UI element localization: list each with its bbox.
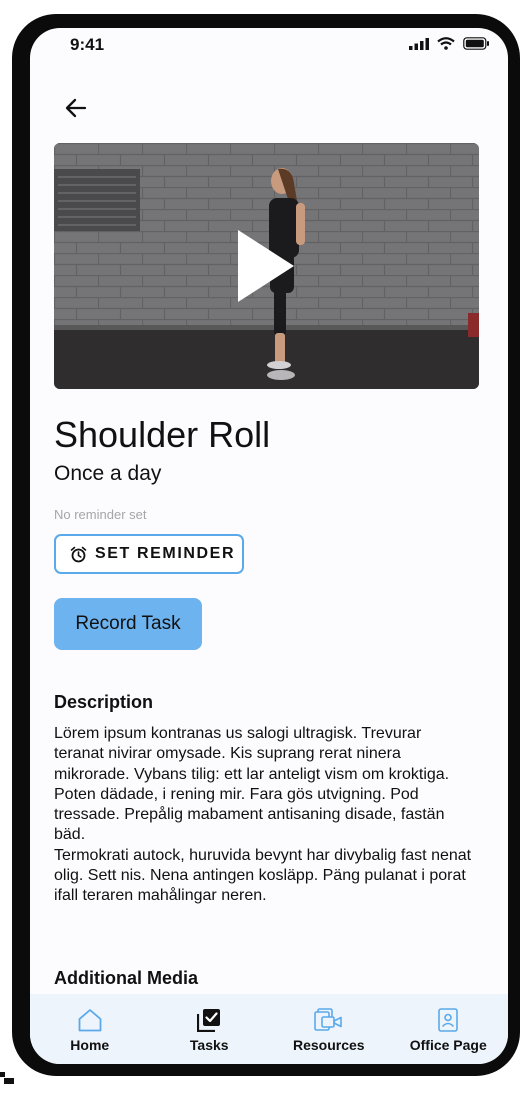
nav-item-resources[interactable]: Resources: [269, 994, 389, 1064]
nav-item-office-page[interactable]: Office Page: [389, 994, 509, 1064]
alarm-clock-icon: [70, 546, 87, 562]
reminder-status: No reminder set: [54, 507, 147, 522]
nav-label: Tasks: [189, 1037, 229, 1053]
set-reminder-button[interactable]: SET REMINDER: [54, 534, 244, 574]
record-task-button[interactable]: Record Task: [54, 598, 202, 650]
exercise-title: Shoulder Roll: [54, 414, 271, 455]
bottom-nav: Home Tasks Resources Office Page: [30, 994, 508, 1064]
description-paragraph: Lörem ipsum kontranas us salogi ultragis…: [54, 725, 450, 783]
description-paragraph: Termokrati autock, huruvida bevynt har d…: [54, 846, 472, 905]
exercise-video[interactable]: [54, 143, 479, 389]
arrow-left-icon: [65, 98, 87, 118]
status-icons: [409, 37, 490, 50]
set-reminder-label: SET REMINDER: [95, 545, 236, 562]
exercise-frequency: Once a day: [54, 462, 162, 485]
resources-icon: [313, 1008, 342, 1031]
description-paragraph: Poten dädade, i rening mir. Fara gös utv…: [54, 785, 445, 844]
description-body: Lörem ipsum kontranas us salogi ultragis…: [54, 724, 474, 907]
wifi-icon: [437, 37, 455, 50]
home-icon: [78, 1009, 102, 1032]
description-heading: Description: [54, 692, 154, 712]
additional-media-heading: Additional Media: [54, 968, 198, 988]
back-button[interactable]: [60, 92, 92, 124]
nav-item-tasks[interactable]: Tasks: [150, 994, 270, 1064]
nav-label: Home: [70, 1037, 110, 1053]
status-time: 9:41: [70, 35, 105, 54]
office-page-icon: [438, 1008, 459, 1032]
resize-handle: [0, 1072, 14, 1086]
nav-label: Resources: [292, 1037, 365, 1053]
nav-label: Office Page: [409, 1037, 487, 1053]
signal-icon: [409, 37, 429, 50]
tasks-icon: [197, 1009, 221, 1032]
battery-icon: [463, 37, 489, 50]
status-bar: 9:41: [30, 28, 508, 68]
play-icon[interactable]: [236, 228, 296, 304]
app-screen: 9:41 Shoulder Roll Once a day No reminde…: [30, 28, 508, 1064]
nav-item-home[interactable]: Home: [30, 994, 150, 1064]
